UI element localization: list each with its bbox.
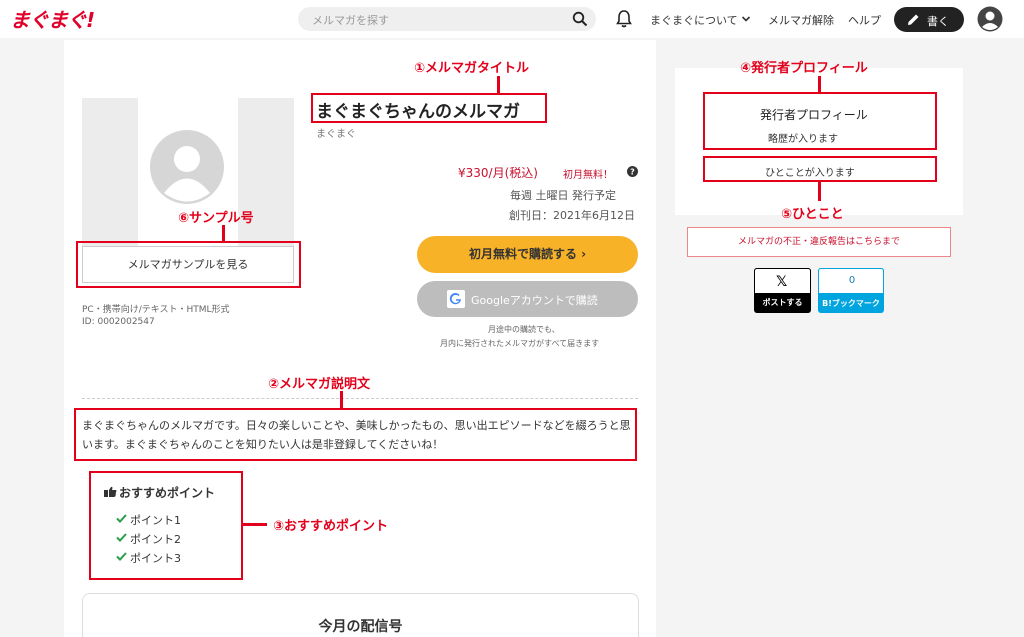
mag2-logo[interactable]: まぐまぐ! <box>10 4 95 33</box>
annotation-title-line <box>497 76 500 94</box>
search-icon[interactable] <box>572 11 588 27</box>
publisher-avatar-icon <box>150 130 224 204</box>
top-header: まぐまぐ! メルマガを探す まぐまぐについて メルマガ解除 ヘルプ 書く <box>0 0 1024 38</box>
annotation-oneliner-line <box>818 182 821 201</box>
search-input[interactable]: メルマガを探す <box>298 7 596 31</box>
annotation-title-box <box>311 93 547 123</box>
magazine-id: ID: 0002002547 <box>82 317 155 327</box>
x-post-button[interactable]: 𝕏 ポストする <box>754 268 811 313</box>
google-subscribe-button[interactable]: Googleアカウントで購読 <box>417 281 638 317</box>
write-button[interactable]: 書く <box>894 7 964 32</box>
monthly-issues-title: 今月の配信号 <box>318 619 403 635</box>
google-icon <box>447 290 465 308</box>
annotation-points-box <box>89 471 243 580</box>
account-avatar-icon[interactable] <box>977 6 1003 32</box>
annotation-title-label: ①メルマガタイトル <box>414 61 530 76</box>
annotation-description-label: ②メルマガ説明文 <box>268 377 371 392</box>
annotation-sample-box <box>76 241 301 288</box>
annotation-sample-label: ⑥サンプル号 <box>178 211 254 226</box>
svg-text:?: ? <box>630 168 635 177</box>
hatena-bookmark-button[interactable]: 0 B!ブックマーク <box>818 268 884 313</box>
hatena-label: B!ブックマーク <box>822 299 880 308</box>
annotation-description-line <box>340 391 343 409</box>
bell-icon[interactable] <box>614 9 634 29</box>
write-button-label: 書く <box>927 15 949 28</box>
google-button-label: Googleアカウントで購読 <box>471 294 598 307</box>
annotation-profile-line <box>818 76 821 93</box>
report-violation-link[interactable]: メルマガの不正・違反報告はこちらまで <box>687 227 951 257</box>
annotation-points-line <box>243 523 267 526</box>
annotation-description-box <box>74 408 637 461</box>
annotation-oneliner-label: ⑤ひとこと <box>781 207 844 222</box>
annotation-profile-box <box>703 92 937 150</box>
monthly-issues-card: 今月の配信号 <box>82 593 639 637</box>
subscribe-note-line2: 月内に発行されたメルマガがすべて届きます <box>440 339 600 348</box>
help-icon[interactable]: ? <box>627 166 638 177</box>
subscribe-note-line1: 月途中の購読でも、 <box>488 325 560 334</box>
x-logo-icon: 𝕏 <box>776 274 788 290</box>
magazine-price: ¥330/月(税込) <box>458 166 538 180</box>
annotation-points-label: ③おすすめポイント <box>273 519 389 534</box>
section-divider <box>82 398 638 399</box>
annotation-profile-label: ④発行者プロフィール <box>740 61 868 76</box>
publish-schedule: 毎週 土曜日 発行予定 <box>510 189 616 202</box>
search-placeholder: メルマガを探す <box>312 14 389 27</box>
x-post-top: 𝕏 <box>754 268 811 294</box>
pen-icon <box>908 14 919 25</box>
x-post-label: ポストする <box>762 298 803 307</box>
nav-unsubscribe-link[interactable]: メルマガ解除 <box>768 12 834 28</box>
hatena-count-box: 0 <box>818 268 884 294</box>
annotation-oneliner-box <box>703 156 937 182</box>
annotation-sample-line <box>222 225 225 242</box>
founded-date: 創刊日：2021年6月12日 <box>509 209 635 222</box>
first-month-free-badge: 初月無料！ <box>563 170 613 181</box>
nav-help-link[interactable]: ヘルプ <box>848 12 881 28</box>
magazine-author[interactable]: まぐまぐ <box>316 125 356 140</box>
nav-about-link[interactable]: まぐまぐについて <box>650 12 738 28</box>
hatena-count: 0 <box>848 275 856 286</box>
chevron-down-icon[interactable] <box>741 14 751 24</box>
delivery-format: PC・携帯向け/テキスト・HTML形式 <box>82 305 230 315</box>
subscribe-button[interactable]: 初月無料で購読する › <box>417 236 638 273</box>
